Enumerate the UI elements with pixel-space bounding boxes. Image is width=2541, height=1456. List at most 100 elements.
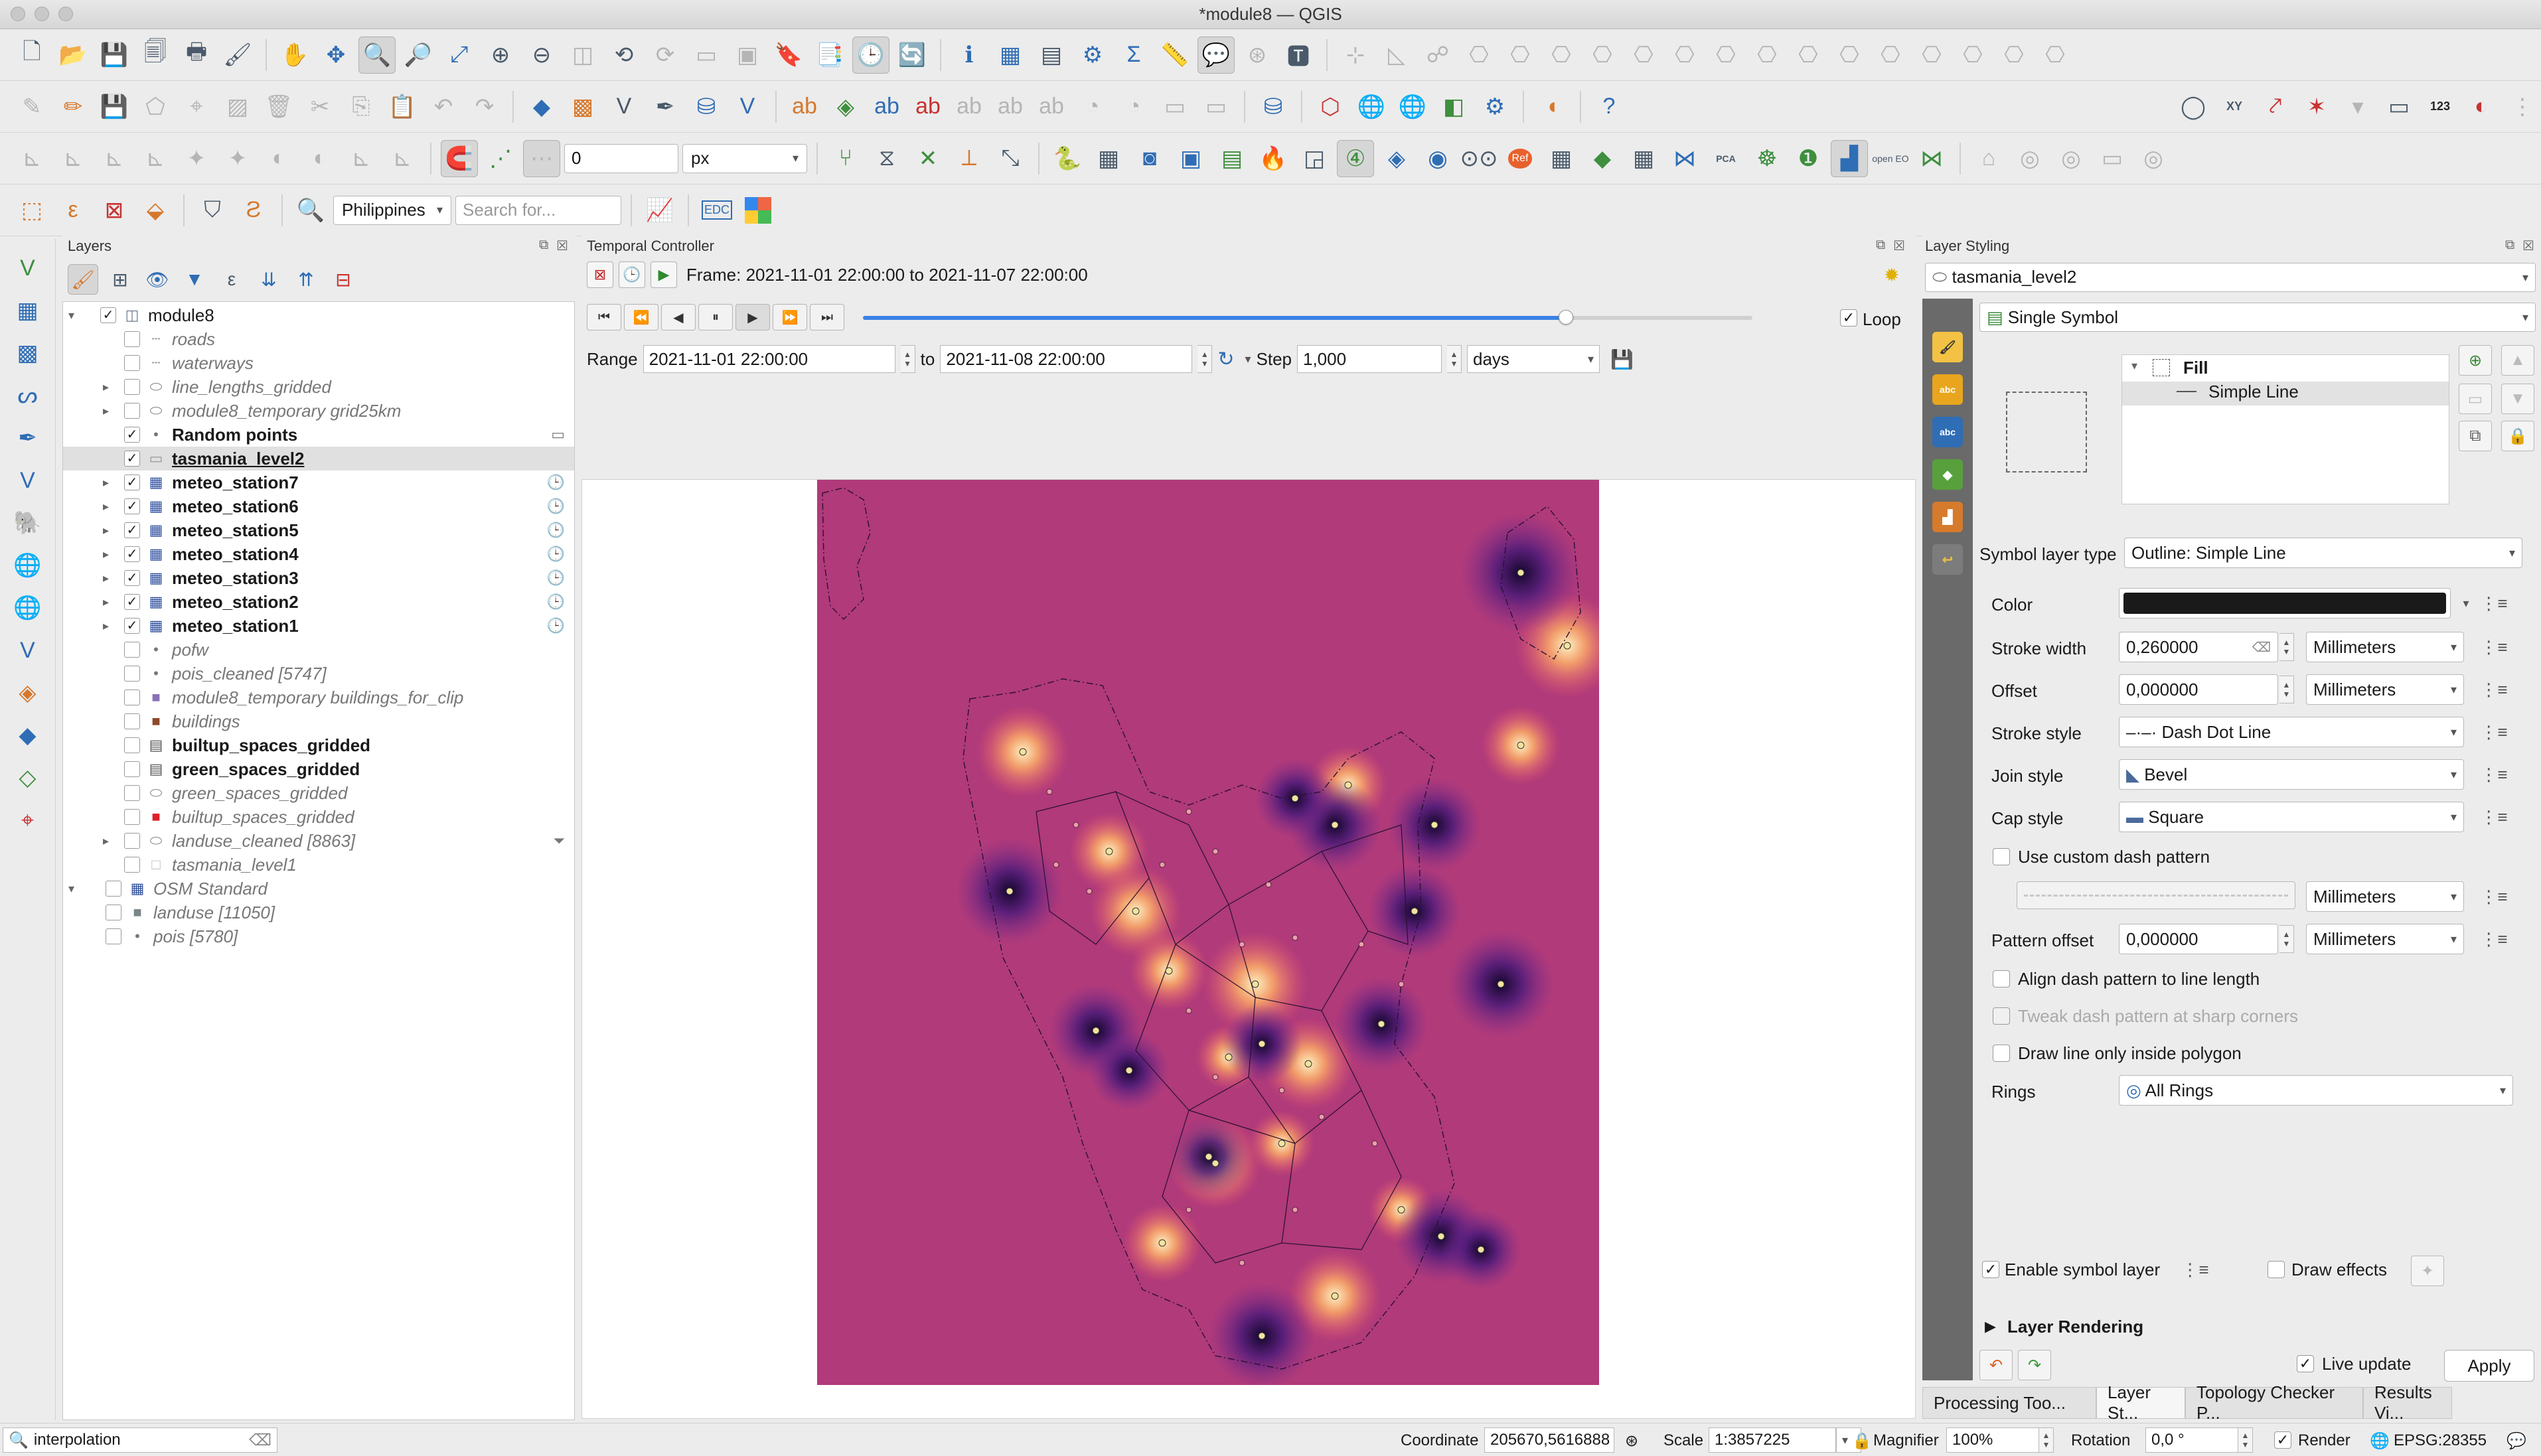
plugin-pca-icon[interactable]: PCA [1707,140,1744,177]
pan-hand-icon[interactable]: ✋ [276,36,313,74]
memory-icon[interactable]: ▭ [551,426,565,443]
diagrams-tab-icon[interactable]: ▟ [1932,502,1963,532]
snap-unit-select[interactable]: px ▾ [682,143,807,173]
plugin-10-icon[interactable]: ◉ [1419,140,1456,177]
rotation-stepper[interactable]: ▲ ▼ [2238,1427,2253,1453]
clock-icon[interactable]: 🕒 [547,617,565,634]
station-point[interactable] [1258,1040,1266,1048]
expand-icon[interactable]: ▸ [103,380,109,394]
plugin-19-icon[interactable]: ❶ [1790,140,1827,177]
attribute-table-icon[interactable]: ▦ [992,36,1029,74]
add-group-icon[interactable]: ⊞ [105,264,135,295]
station-point[interactable] [1006,887,1014,895]
plugin-22-icon[interactable]: ⋈ [1913,140,1950,177]
layer-row[interactable]: ▸ ⬭ landuse_cleaned [8863] ⏷ [63,829,574,853]
snap-dropdown-icon[interactable]: ▾ [2339,88,2376,125]
clock-icon[interactable]: 🕒 [547,498,565,515]
draw-inside-checkbox[interactable] [1993,1045,2010,1062]
add-vector-layer-icon[interactable]: ◆ [523,88,560,125]
layer-row[interactable]: ▸ ✓ ▦ meteo_station3 🕒 [63,566,574,590]
plugin-4-icon[interactable]: ▣ [1172,140,1209,177]
layer-visibility-checkbox[interactable] [124,666,140,682]
layer-visibility-checkbox[interactable] [106,928,121,944]
manage-map-themes-icon[interactable]: 👁 [142,264,173,295]
station-point[interactable] [1165,967,1173,975]
layer-row[interactable]: ■ builtup_spaces_gridded [63,805,574,829]
next-frame-icon[interactable]: ⏩ [773,304,807,330]
expand-all-icon[interactable]: ⇊ [254,264,284,295]
move-down-icon[interactable]: ▼ [2501,384,2534,414]
new-geopackage-icon[interactable]: ⛁ [688,88,725,125]
custom-dash-checkbox[interactable] [1993,848,2010,865]
expand-icon[interactable]: ▸ [103,834,109,848]
plugin-8-icon[interactable]: ④ [1337,139,1374,177]
layer-row[interactable]: ▸ ⬭ line_lengths_gridded [63,375,574,399]
show-bookmarks-icon[interactable]: 📑 [811,36,848,74]
layer-visibility-checkbox[interactable] [124,690,140,705]
clock-icon[interactable]: 🕒 [547,546,565,563]
layer-visibility-checkbox[interactable] [124,403,140,419]
station-point[interactable] [1377,1020,1385,1028]
label-show-hide-icon[interactable]: ab [909,88,947,125]
statistical-summary-icon[interactable]: Σ [1115,36,1152,74]
label-toolbar-abc-icon[interactable]: ab [786,88,823,125]
skip-end-icon[interactable]: ⏭ [810,304,844,330]
expand-icon[interactable]: ▸ [103,571,109,585]
live-update-checkbox[interactable]: ✓ [2297,1355,2314,1372]
station-point[interactable] [1092,1027,1100,1035]
station-point[interactable] [1563,642,1571,650]
effects-settings-icon[interactable]: ✦ [2411,1256,2444,1286]
field-calculator-icon[interactable]: ▤ [1033,36,1070,74]
station-point[interactable] [1411,907,1419,915]
station-point[interactable] [1437,1232,1445,1240]
collapse-icon[interactable]: ▾ [68,309,74,323]
magnifier-field[interactable]: 100% [1946,1427,2039,1453]
plugin-grid-icon[interactable]: ▦ [1090,140,1127,177]
offset-stepper[interactable]: ▲ ▼ [2279,676,2294,703]
advanced-digitize-4-icon[interactable]: ⊾ [137,140,174,177]
pattern-offset-data-defined-icon[interactable]: ⋮≡ [2480,925,2508,953]
layer-rendering-label[interactable]: Layer Rendering [2007,1317,2143,1337]
cut-features-icon[interactable]: ✂ [301,88,339,125]
align-dash-checkbox[interactable] [1993,970,2010,987]
processing-toolbox-icon[interactable]: ⚙ [1074,36,1111,74]
expand-icon[interactable]: ▸ [103,547,109,561]
previous-frame-icon[interactable]: ⏪ [624,304,658,330]
measure-icon[interactable]: 📏 [1156,36,1194,74]
layer-visibility-checkbox[interactable] [124,833,140,849]
offset-unit-select[interactable]: Millimeters ▾ [2306,674,2464,705]
offset-data-defined-icon[interactable]: ⋮≡ [2480,676,2508,703]
advanced-digitize-10-icon[interactable]: ⊾ [384,140,421,177]
new-project-icon[interactable]: 🗋 [13,36,50,74]
temporal-close-icon[interactable]: ☒ [1893,238,1905,254]
add-arcgis-icon[interactable]: ◇ [7,759,49,796]
clock-icon[interactable]: 🕒 [547,569,565,587]
layer-visibility-checkbox[interactable]: ✓ [124,570,140,586]
advanced-digitize-5-icon[interactable]: ✦ [178,140,215,177]
print-layout-icon[interactable]: 🖶 [178,36,215,74]
layer-visibility-checkbox[interactable]: ✓ [124,498,140,514]
stroke-width-data-defined-icon[interactable]: ⋮≡ [2480,633,2508,661]
stroke-width-input[interactable]: 0,260000 ⌫ [2119,632,2278,662]
station-point[interactable] [1477,1246,1485,1254]
rewind-start-icon[interactable]: ⏮ [587,304,621,330]
layer-row[interactable]: ┄ waterways [63,351,574,375]
tracing-icon[interactable]: ⟂ [951,140,988,177]
add-symbol-layer-icon[interactable]: ⊕ [2459,345,2492,376]
layer-visibility-checkbox[interactable]: ✓ [124,474,140,490]
redo-style-icon[interactable]: ↷ [2018,1350,2051,1380]
database-icon[interactable]: ⛁ [1255,88,1292,125]
station-point[interactable] [1517,569,1525,577]
plugin-icon-2[interactable]: ⚙ [1476,88,1513,125]
digitize-icon-11[interactable]: ⎔ [1748,36,1786,74]
expand-icon[interactable]: ▸ [103,476,109,490]
colorful-plugin-icon[interactable] [739,192,777,229]
lock-layer-icon[interactable]: 🔒 [2501,421,2534,451]
temporal-settings-icon[interactable]: ✹ [1884,264,1899,286]
messages-icon[interactable]: 💬 [2506,1431,2526,1451]
cap-style-data-defined-icon[interactable]: ⋮≡ [2480,803,2508,831]
help-icon[interactable]: ? [1590,88,1628,125]
stroke-width-stepper[interactable]: ▲ ▼ [2279,633,2294,661]
layer-visibility-checkbox[interactable] [124,857,140,873]
snapping-ring-icon[interactable]: ◯ [2175,88,2212,125]
